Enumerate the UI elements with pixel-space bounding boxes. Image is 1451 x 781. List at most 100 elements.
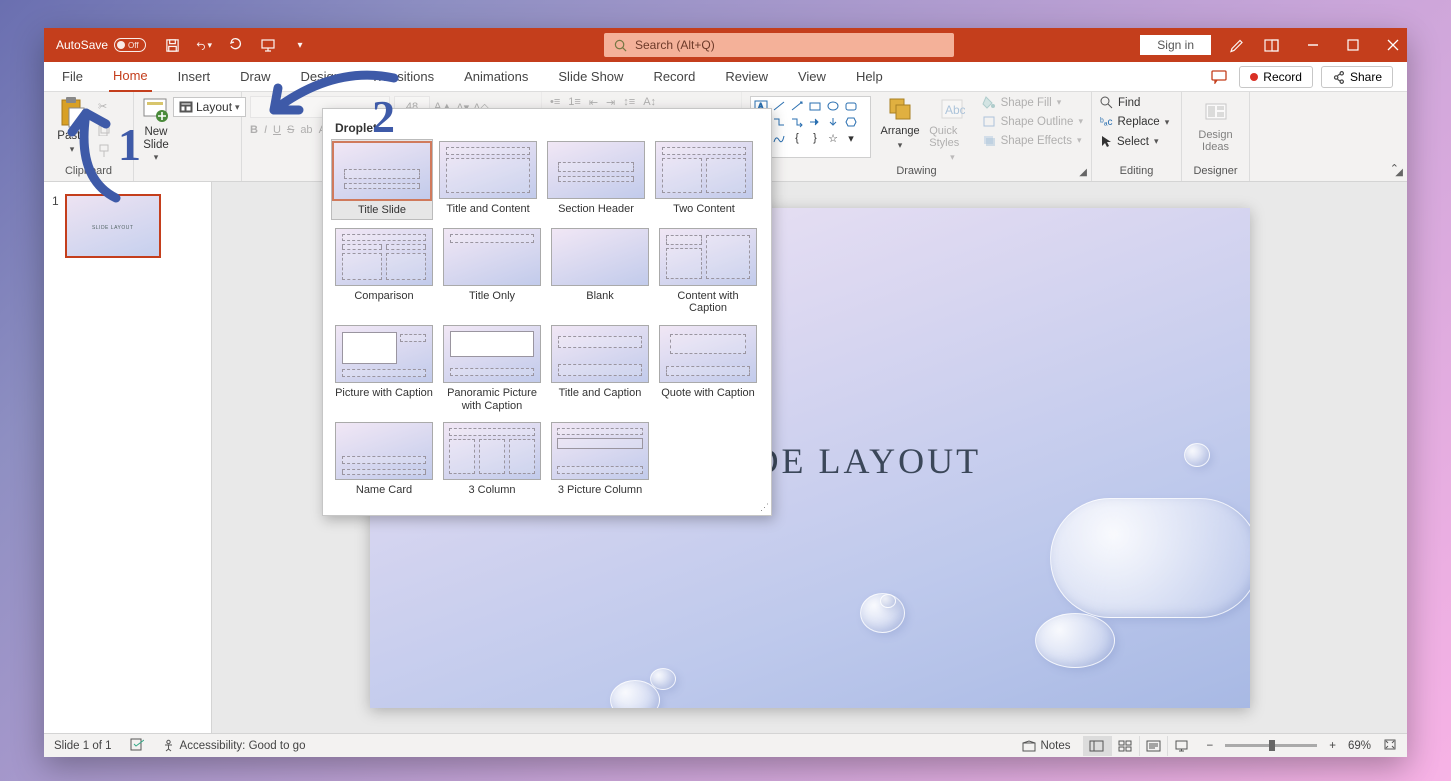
shape-freeform-icon[interactable] <box>771 131 787 145</box>
tab-insert[interactable]: Insert <box>174 63 215 91</box>
italic-button[interactable]: I <box>264 124 267 139</box>
drawing-dialog-launcher[interactable]: ◢ <box>1079 167 1087 178</box>
autosave-control[interactable]: AutoSave Off <box>50 38 152 52</box>
zoom-out-button[interactable]: − <box>1207 740 1214 752</box>
layout-item-3-column[interactable]: 3 Column <box>441 422 543 497</box>
layout-item-two-content[interactable]: Two Content <box>653 141 755 218</box>
undo-icon[interactable]: ▾ <box>196 37 212 53</box>
shape-hexagon-icon[interactable] <box>843 115 859 129</box>
shape-star-icon[interactable]: ☆ <box>825 131 841 145</box>
tab-draw[interactable]: Draw <box>236 63 274 91</box>
cut-icon[interactable]: ✂ <box>98 100 114 116</box>
sorter-view-button[interactable] <box>1111 736 1139 756</box>
share-button[interactable]: Share <box>1321 66 1393 88</box>
bold-button[interactable]: B <box>250 124 258 139</box>
maximize-button[interactable] <box>1345 37 1361 53</box>
collapse-ribbon-icon[interactable]: ⌃ <box>1390 162 1399 175</box>
new-slide-button[interactable]: New Slide ▾ <box>142 96 170 164</box>
shape-line-arrow-icon[interactable] <box>789 99 805 113</box>
zoom-slider[interactable] <box>1225 744 1317 747</box>
accessibility-status[interactable]: Accessibility: Good to go <box>162 739 306 752</box>
record-button[interactable]: Record <box>1239 66 1313 88</box>
paste-button[interactable]: Paste ▾ <box>52 96 92 155</box>
slide-thumbnail-panel[interactable]: 1 SLIDE LAYOUT <box>44 182 212 733</box>
slide-thumbnail-1[interactable]: 1 SLIDE LAYOUT <box>52 194 203 258</box>
layout-item-name-card[interactable]: Name Card <box>333 422 435 497</box>
shape-outline-button[interactable]: Shape Outline ▾ <box>982 115 1083 128</box>
dropdown-resize-grip[interactable]: ⋰ <box>760 502 769 513</box>
sign-in-button[interactable]: Sign in <box>1140 35 1211 55</box>
tab-record[interactable]: Record <box>649 63 699 91</box>
shape-arrow-right-icon[interactable] <box>807 115 823 129</box>
underline-button[interactable]: U <box>273 124 281 139</box>
zoom-in-button[interactable]: + <box>1329 740 1336 752</box>
minimize-button[interactable] <box>1305 37 1321 53</box>
layout-item-title-slide[interactable]: Title Slide <box>331 139 433 220</box>
shadow-button[interactable]: ab <box>300 124 312 139</box>
close-button[interactable] <box>1385 37 1401 53</box>
layout-item-blank[interactable]: Blank <box>549 228 651 315</box>
shape-elbow-arrow-icon[interactable] <box>789 115 805 129</box>
layout-item-quote-with-caption[interactable]: Quote with Caption <box>657 325 759 412</box>
layout-item-title-and-content[interactable]: Title and Content <box>437 141 539 218</box>
shape-brace-left-icon[interactable]: { <box>789 131 805 145</box>
group-editing: Find ᵇₐcReplace ▾ Select ▾ Editing <box>1092 92 1182 181</box>
layout-item-content-with-caption[interactable]: Content with Caption <box>657 228 759 315</box>
redo-icon[interactable] <box>228 37 244 53</box>
select-button[interactable]: Select ▾ <box>1100 135 1169 148</box>
shape-oval-icon[interactable] <box>825 99 841 113</box>
search-box[interactable]: Search (Alt+Q) <box>604 33 954 57</box>
spell-check-icon[interactable] <box>130 738 144 754</box>
shapes-more-icon[interactable]: ▾ <box>843 131 859 145</box>
strike-button[interactable]: S <box>287 124 294 139</box>
reading-view-button[interactable] <box>1139 736 1167 756</box>
slideshow-view-button[interactable] <box>1167 736 1195 756</box>
shape-brace-right-icon[interactable]: } <box>807 131 823 145</box>
shape-roundrect-icon[interactable] <box>843 99 859 113</box>
layout-item-title-only[interactable]: Title Only <box>441 228 543 315</box>
tab-animations[interactable]: Animations <box>460 63 532 91</box>
tab-slideshow[interactable]: Slide Show <box>554 63 627 91</box>
slide-counter[interactable]: Slide 1 of 1 <box>54 740 112 752</box>
notes-button[interactable]: Notes <box>1022 740 1070 752</box>
autosave-toggle[interactable]: Off <box>114 38 146 52</box>
shape-line-icon[interactable] <box>771 99 787 113</box>
ribbon-display-icon[interactable] <box>1263 37 1279 53</box>
from-beginning-icon[interactable] <box>260 37 276 53</box>
arrange-button[interactable]: Arrange▾ <box>877 96 923 151</box>
layout-button[interactable]: Layout ▾ <box>174 98 245 116</box>
layout-item-3-picture-column[interactable]: 3 Picture Column <box>549 422 651 497</box>
layout-item-section-header[interactable]: Section Header <box>545 141 647 218</box>
shape-arrow-down-icon[interactable] <box>825 115 841 129</box>
tab-home[interactable]: Home <box>109 62 152 92</box>
tab-help[interactable]: Help <box>852 63 887 91</box>
tab-transitions[interactable]: Transitions <box>367 63 438 91</box>
comments-button[interactable] <box>1207 66 1231 88</box>
replace-button[interactable]: ᵇₐcReplace ▾ <box>1100 116 1169 128</box>
copy-icon[interactable] <box>98 122 114 138</box>
shape-effects-button[interactable]: Shape Effects ▾ <box>982 134 1083 147</box>
shape-elbow-connector-icon[interactable] <box>771 115 787 129</box>
normal-view-button[interactable] <box>1083 736 1111 756</box>
layout-item-panoramic-picture[interactable]: Panoramic Picture with Caption <box>441 325 543 412</box>
search-placeholder: Search (Alt+Q) <box>635 38 715 52</box>
layout-item-comparison[interactable]: Comparison <box>333 228 435 315</box>
shape-rect-icon[interactable] <box>807 99 823 113</box>
layout-item-picture-with-caption[interactable]: Picture with Caption <box>333 325 435 412</box>
tab-design[interactable]: Design <box>297 63 345 91</box>
design-ideas-button[interactable]: Design Ideas <box>1190 96 1241 153</box>
find-button[interactable]: Find <box>1100 96 1169 109</box>
tab-review[interactable]: Review <box>721 63 772 91</box>
format-painter-icon[interactable] <box>98 144 114 160</box>
coming-soon-icon[interactable] <box>1229 37 1245 53</box>
tab-file[interactable]: File <box>58 63 87 91</box>
fit-to-window-button[interactable] <box>1383 738 1397 754</box>
save-icon[interactable] <box>164 37 180 53</box>
autosave-label: AutoSave <box>56 38 108 52</box>
quick-styles-button[interactable]: Abc Quick Styles▾ <box>929 96 975 163</box>
zoom-level[interactable]: 69% <box>1348 740 1371 752</box>
tab-view[interactable]: View <box>794 63 830 91</box>
layout-item-title-and-caption[interactable]: Title and Caption <box>549 325 651 412</box>
qat-customize-icon[interactable]: ▾ <box>292 37 308 53</box>
shape-fill-button[interactable]: Shape Fill ▾ <box>982 96 1083 109</box>
